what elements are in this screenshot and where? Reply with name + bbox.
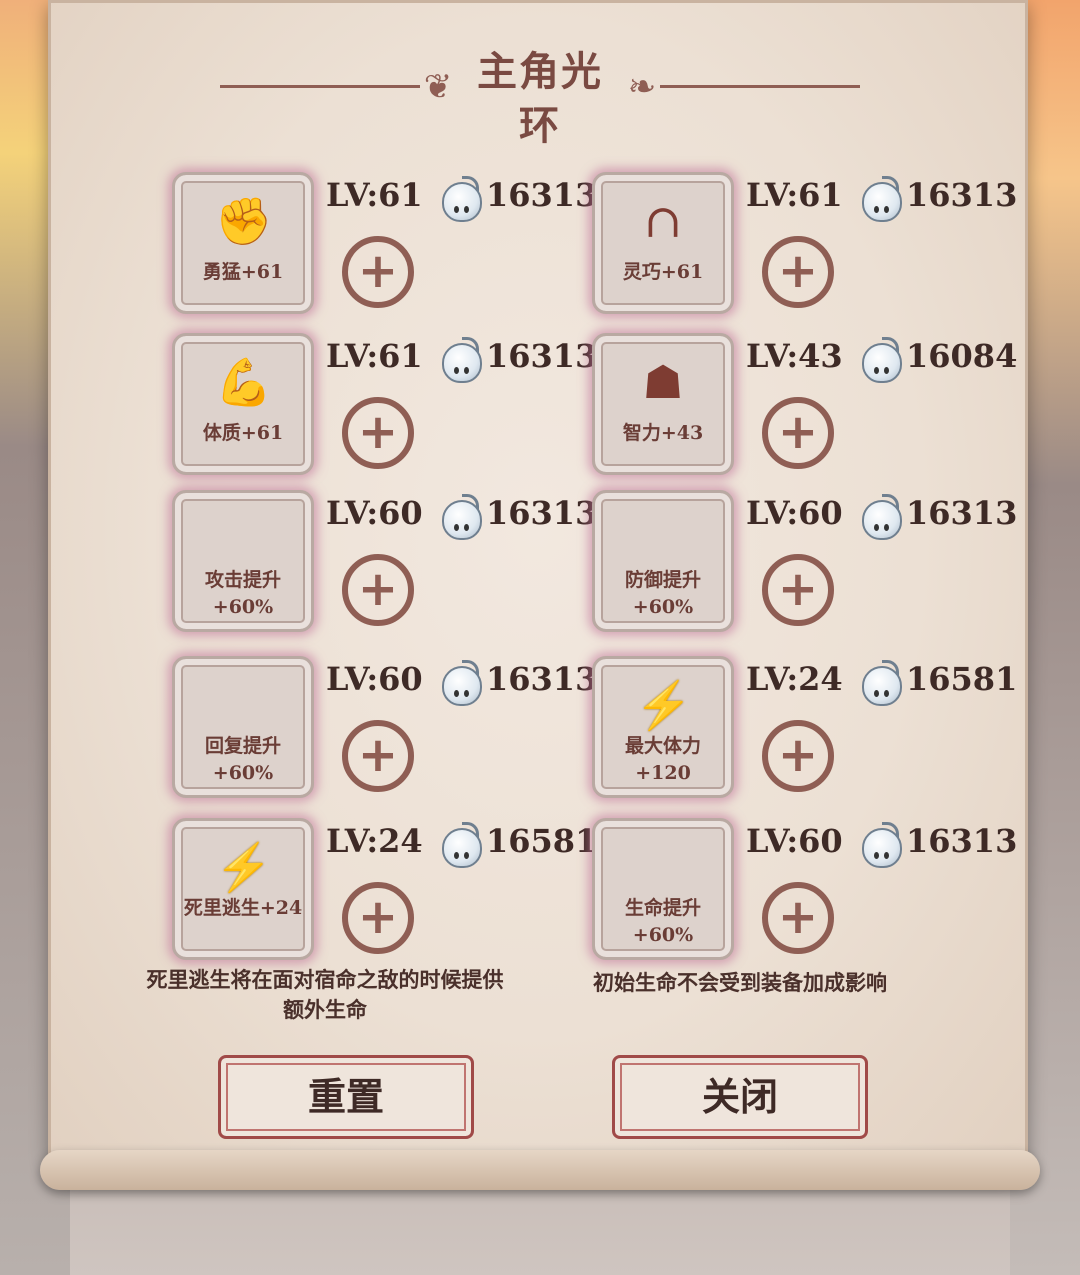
aura-level: LV:60 — [326, 494, 423, 532]
note-last-stand: 死里逃生将在面对宿命之敌的时候提供额外生命 — [146, 967, 504, 1022]
title-ornament-left — [220, 85, 420, 88]
aura-slot: ✊ 勇猛+61 LV:61 16313 + — [172, 172, 597, 332]
upgrade-plus-button[interactable]: + — [762, 554, 834, 626]
aura-level: LV:61 — [746, 176, 843, 214]
upgrade-cost: 16313 — [906, 822, 1018, 860]
upgrade-plus-button[interactable]: + — [342, 397, 414, 469]
aura-slot: ∩ 灵巧+61 LV:61 16313 + — [592, 172, 1017, 332]
brain-head-icon: ☗ — [642, 355, 684, 409]
aura-level: LV:61 — [326, 337, 423, 375]
soul-currency-icon — [860, 822, 902, 868]
aura-level: LV:43 — [746, 337, 843, 375]
aura-level: LV:60 — [326, 660, 423, 698]
upgrade-plus-button[interactable]: + — [342, 554, 414, 626]
soul-currency-icon — [440, 337, 482, 383]
aura-card[interactable]: ✊ 勇猛+61 — [172, 172, 314, 314]
soul-currency-icon — [860, 176, 902, 222]
lightning-icon: ⚡ — [215, 840, 273, 894]
fist-icon: ✊ — [215, 194, 273, 248]
aura-card-label: 勇猛+61 — [202, 261, 284, 283]
aura-card-label: 体质+61 — [202, 422, 284, 444]
upgrade-plus-button[interactable]: + — [342, 236, 414, 308]
aura-slot: 防御提升+60% LV:60 16313 + — [592, 490, 1017, 650]
aura-card[interactable]: ∩ 灵巧+61 — [592, 172, 734, 314]
aura-card[interactable]: 攻击提升+60% — [172, 490, 314, 632]
soul-currency-icon — [440, 660, 482, 706]
soul-currency-icon — [860, 494, 902, 540]
aura-level: LV:24 — [746, 660, 843, 698]
soul-currency-icon — [860, 337, 902, 383]
aura-card[interactable]: ☗ 智力+43 — [592, 333, 734, 475]
aura-card[interactable]: 生命提升+60% — [592, 818, 734, 960]
aura-card-label: 回复提升+60% — [204, 735, 281, 784]
aura-slot: 攻击提升+60% LV:60 16313 + — [172, 490, 597, 650]
upgrade-plus-button[interactable]: + — [762, 720, 834, 792]
upgrade-cost: 16313 — [906, 176, 1018, 214]
upgrade-cost: 16313 — [486, 494, 598, 532]
aura-level: LV:60 — [746, 494, 843, 532]
soul-currency-icon — [440, 176, 482, 222]
muscle-arm-icon: 💪 — [215, 355, 273, 409]
upgrade-cost: 16313 — [906, 494, 1018, 532]
reset-button[interactable]: 重置 — [218, 1055, 474, 1139]
aura-card[interactable]: 💪 体质+61 — [172, 333, 314, 475]
soul-currency-icon — [860, 660, 902, 706]
upgrade-cost: 16581 — [906, 660, 1018, 698]
aura-level: LV:24 — [326, 822, 423, 860]
upgrade-cost: 16313 — [486, 660, 598, 698]
aura-card[interactable]: ⚡ 死里逃生+24 — [172, 818, 314, 960]
aura-level: LV:61 — [326, 176, 423, 214]
aura-card-label: 防御提升+60% — [624, 569, 701, 618]
ornament-flourish-left-icon: ❦ — [423, 67, 453, 107]
upgrade-plus-button[interactable]: + — [762, 882, 834, 954]
upgrade-cost: 16313 — [486, 337, 598, 375]
aura-slot: 回复提升+60% LV:60 16313 + — [172, 656, 597, 816]
aura-card-label: 攻击提升+60% — [204, 569, 281, 618]
upgrade-cost: 16581 — [486, 822, 598, 860]
upgrade-cost: 16313 — [486, 176, 598, 214]
title-ornament-right — [660, 85, 860, 88]
upgrade-plus-button[interactable]: + — [762, 397, 834, 469]
panel-title: 主角光环 — [477, 48, 603, 149]
soul-currency-icon — [440, 494, 482, 540]
aura-card-label: 智力+43 — [622, 422, 704, 444]
upgrade-plus-button[interactable]: + — [342, 882, 414, 954]
scroll-bottom-roll — [40, 1150, 1040, 1190]
aura-slot: ⚡ 最大体力+120 LV:24 16581 + — [592, 656, 1017, 816]
aura-slot: 生命提升+60% LV:60 16313 + — [592, 818, 1017, 978]
aura-slot: ⚡ 死里逃生+24 LV:24 16581 + — [172, 818, 597, 978]
upgrade-plus-button[interactable]: + — [342, 720, 414, 792]
aura-card[interactable]: 防御提升+60% — [592, 490, 734, 632]
cloak-icon: ∩ — [643, 194, 683, 248]
aura-card-label: 生命提升+60% — [624, 897, 701, 946]
panel-header: ❦ 主角光环 ❧ — [220, 45, 860, 155]
aura-card-label: 最大体力+120 — [624, 735, 701, 784]
close-button[interactable]: 关闭 — [612, 1055, 868, 1139]
aura-level: LV:60 — [746, 822, 843, 860]
upgrade-cost: 16084 — [906, 337, 1018, 375]
ornament-flourish-right-icon: ❧ — [627, 67, 657, 107]
aura-card[interactable]: 回复提升+60% — [172, 656, 314, 798]
aura-slot: 💪 体质+61 LV:61 16313 + — [172, 333, 597, 493]
upgrade-plus-button[interactable]: + — [762, 236, 834, 308]
note-initial-hp: 初始生命不会受到装备加成影响 — [593, 970, 887, 995]
aura-card[interactable]: ⚡ 最大体力+120 — [592, 656, 734, 798]
aura-slot: ☗ 智力+43 LV:43 16084 + — [592, 333, 1017, 493]
aura-card-label: 灵巧+61 — [622, 261, 704, 283]
lightning-icon: ⚡ — [635, 678, 693, 732]
aura-card-label: 死里逃生+24 — [183, 897, 303, 919]
soul-currency-icon — [440, 822, 482, 868]
